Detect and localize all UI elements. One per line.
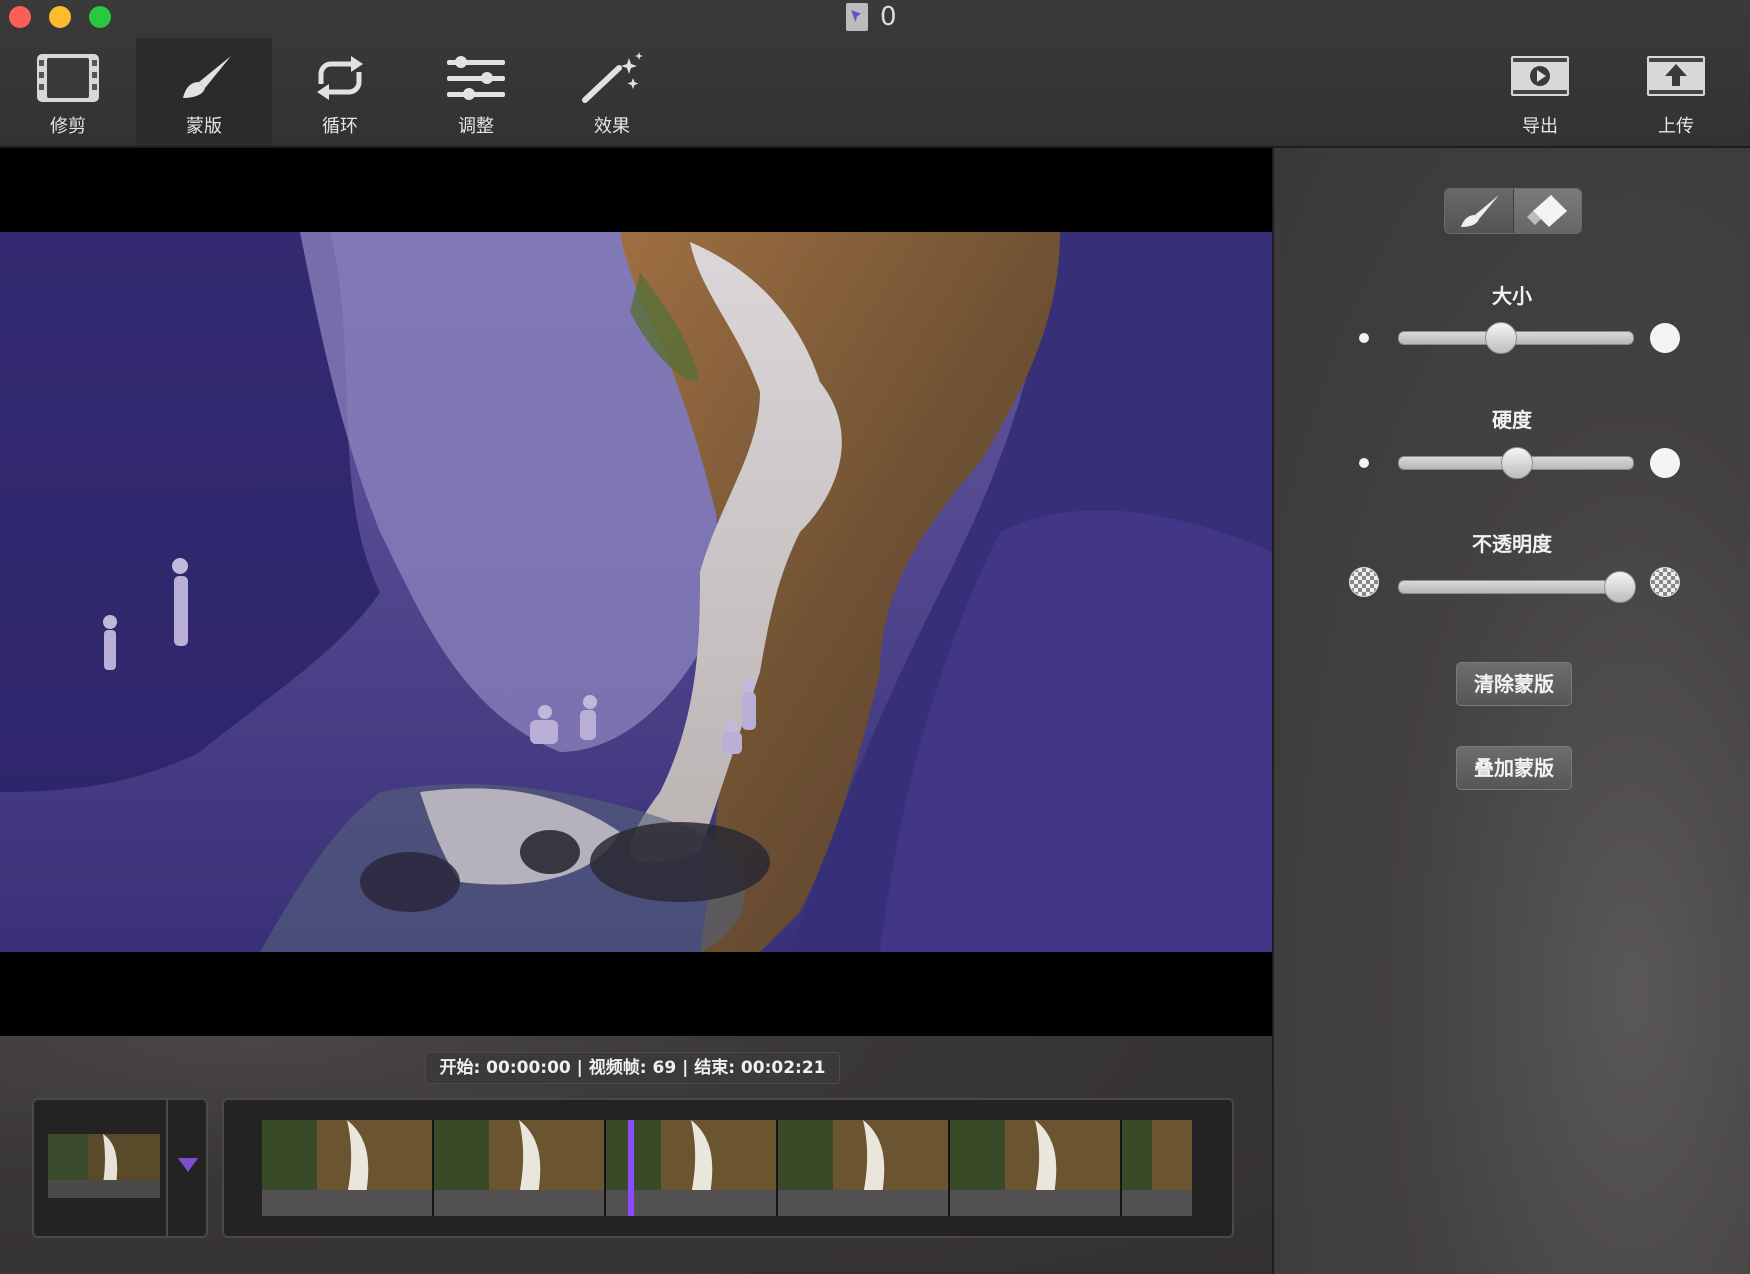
size-max-icon (1650, 323, 1680, 353)
toolbar: 0 修剪 蒙版 循环 调整 效果 导出 上传 (0, 0, 1750, 148)
clip-divider (166, 1100, 168, 1236)
tool-mask[interactable]: 蒙版 (136, 38, 272, 146)
brush-icon (183, 56, 231, 98)
clip-selector[interactable] (32, 1098, 208, 1238)
upload-button-label: 上传 (1658, 116, 1694, 137)
size-slider[interactable] (1398, 322, 1634, 354)
eraser-icon (1527, 195, 1568, 227)
close-window-button[interactable] (9, 6, 31, 28)
tool-trim-label: 修剪 (50, 116, 86, 137)
video-preview[interactable] (0, 148, 1272, 1036)
filmstrip[interactable] (262, 1120, 1192, 1216)
tool-adjust-label: 调整 (458, 116, 494, 137)
hardness-slider[interactable] (1398, 447, 1634, 479)
export-button-label: 导出 (1522, 116, 1558, 137)
brush-mode-button[interactable] (1445, 189, 1514, 233)
opacity-max-icon (1650, 567, 1680, 597)
tool-loop-label: 循环 (322, 116, 358, 137)
app-window: 0 修剪 蒙版 循环 调整 效果 导出 上传 开始: 00:00:00 | 视频… (0, 0, 1750, 1274)
brush-icon (1460, 195, 1499, 227)
filmstrip-frame (1122, 1120, 1192, 1216)
tool-effects[interactable]: 效果 (544, 38, 680, 146)
filmstrip-frame (778, 1120, 950, 1216)
clip-thumbnail-image (48, 1134, 160, 1198)
opacity-label: 不透明度 (1472, 532, 1552, 556)
film-trim-icon (37, 54, 99, 102)
mask-settings-panel: 大小 硬度 不透明度 清除蒙版 叠加蒙版 (1272, 148, 1750, 1274)
eraser-mode-button[interactable] (1513, 189, 1581, 233)
clear-mask-button[interactable]: 清除蒙版 (1456, 662, 1572, 706)
opacity-slider[interactable] (1398, 571, 1636, 603)
opacity-slider-knob[interactable] (1603, 571, 1636, 603)
export-button[interactable]: 导出 (1472, 38, 1608, 146)
window-title: 0 (846, 0, 897, 34)
filmstrip-frame (950, 1120, 1122, 1216)
waterfall-frame-image (0, 232, 1272, 952)
tool-mask-label: 蒙版 (186, 116, 222, 137)
tool-trim[interactable]: 修剪 (0, 38, 136, 146)
clip-dropdown-arrow-icon[interactable] (178, 1158, 198, 1172)
hardness-label: 硬度 (1492, 408, 1532, 432)
upload-film-icon (1647, 56, 1705, 96)
minimize-window-button[interactable] (49, 6, 71, 28)
hardness-max-icon (1650, 448, 1680, 478)
zoom-window-button[interactable] (89, 6, 111, 28)
window-title-text: 0 (880, 2, 897, 32)
filmstrip-frame (262, 1120, 434, 1216)
clip-thumbnail[interactable] (48, 1134, 160, 1198)
masked-video-frame[interactable] (0, 232, 1272, 952)
upload-button[interactable]: 上传 (1608, 38, 1744, 146)
sliders-icon (447, 56, 505, 100)
document-icon (846, 3, 868, 31)
timeline-area: 开始: 00:00:00 | 视频帧: 69 | 结束: 00:02:21 (0, 1036, 1272, 1274)
tool-adjust[interactable]: 调整 (408, 38, 544, 146)
size-slider-knob[interactable] (1484, 322, 1517, 354)
hardness-slider-knob[interactable] (1501, 447, 1533, 479)
add-mask-button[interactable]: 叠加蒙版 (1456, 746, 1572, 790)
opacity-min-icon (1349, 567, 1379, 597)
export-film-icon (1511, 56, 1569, 96)
hardness-min-icon (1359, 458, 1369, 468)
filmstrip-container[interactable] (222, 1098, 1234, 1238)
mask-mode-toggle (1444, 188, 1582, 234)
tool-effects-label: 效果 (594, 116, 630, 137)
filmstrip-frame (434, 1120, 606, 1216)
size-label: 大小 (1492, 284, 1532, 308)
timecode-info: 开始: 00:00:00 | 视频帧: 69 | 结束: 00:02:21 (425, 1052, 840, 1084)
playhead[interactable] (628, 1120, 634, 1216)
size-min-icon (1359, 333, 1369, 343)
tool-loop[interactable]: 循环 (272, 38, 408, 146)
loop-icon (317, 56, 363, 100)
magic-wand-icon (582, 52, 643, 103)
